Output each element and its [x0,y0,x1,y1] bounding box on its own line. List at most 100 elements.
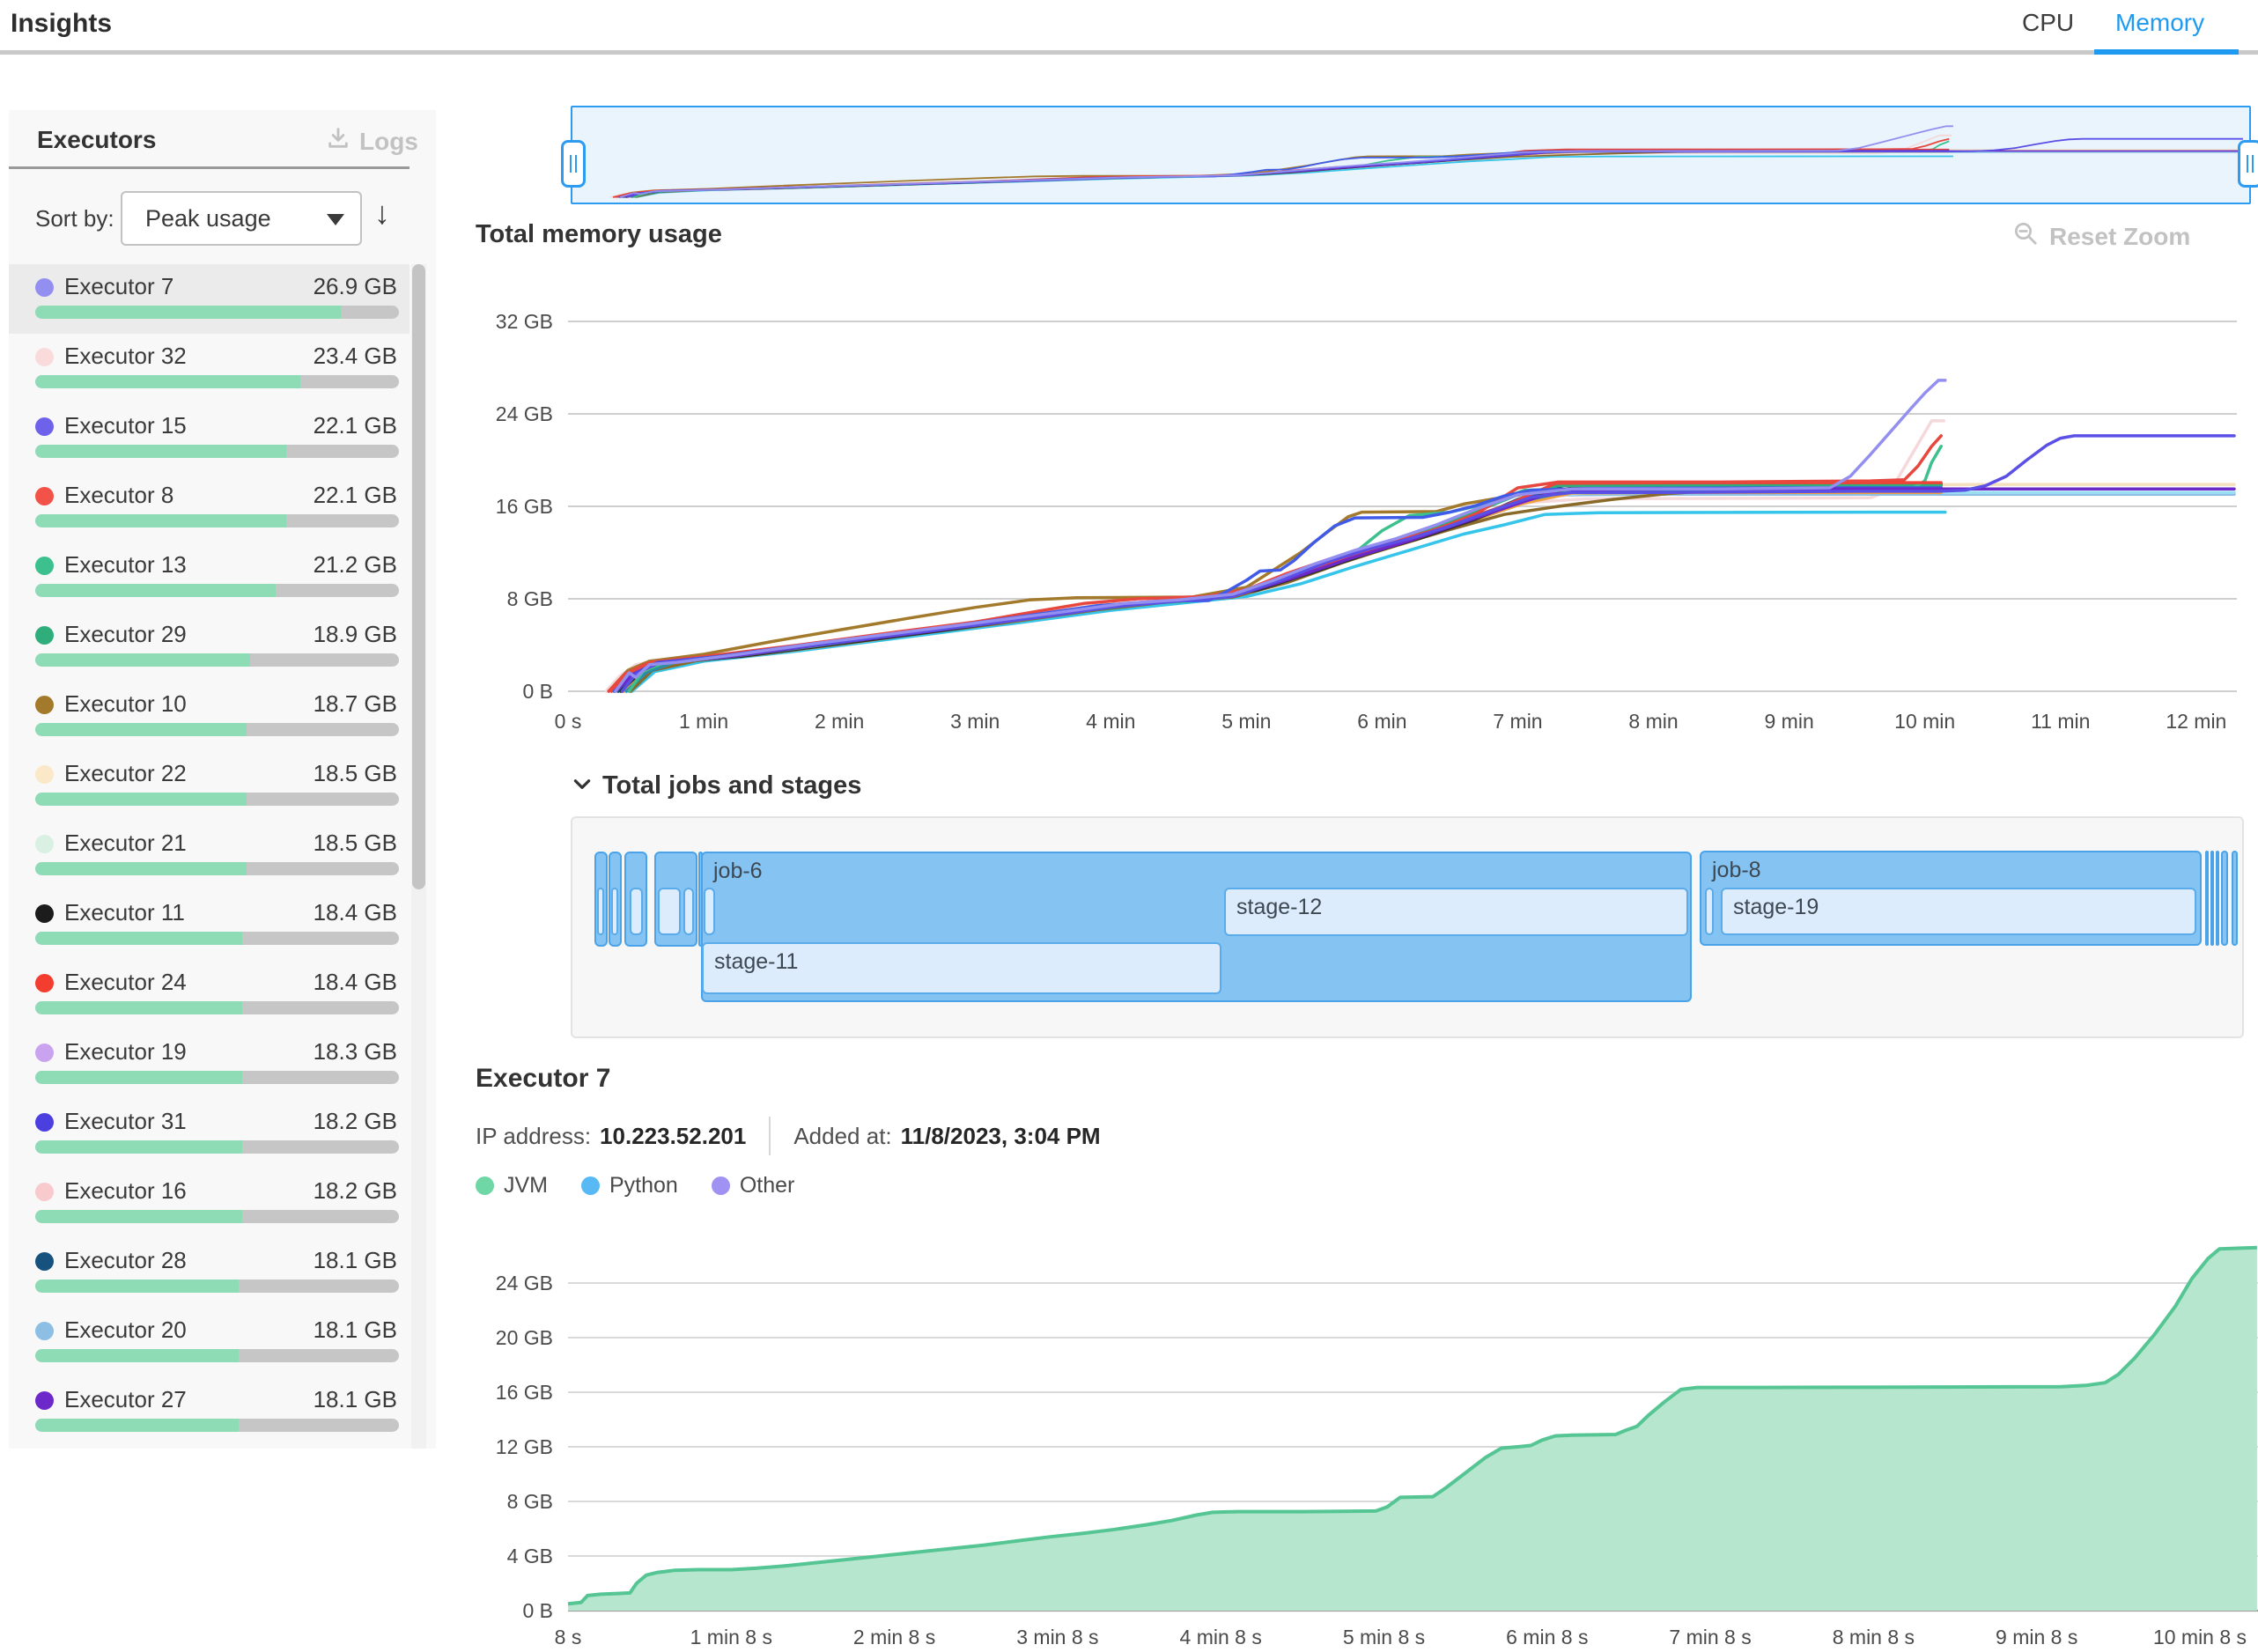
x-axis-label: 8 min [1628,710,1678,733]
gantt-stage-bar[interactable] [683,888,694,935]
gantt-job-bar[interactable] [2221,851,2228,946]
x-axis-label: 3 min [950,710,1000,733]
y-axis-label: 0 B [522,680,553,703]
x-axis-label: 7 min 8 s [1669,1626,1751,1648]
executor-row[interactable]: Executor 1918.3 GB [9,1029,410,1099]
executor-color-dot [35,765,54,784]
executor-color-dot [35,835,54,853]
total-memory-title: Total memory usage [476,220,722,249]
x-axis-label: 4 min 8 s [1180,1626,1262,1648]
legend-color-dot [581,1176,600,1195]
gantt-stage-bar[interactable] [658,888,681,935]
gantt-stage-bar[interactable] [1705,888,1714,935]
info-separator [769,1117,771,1155]
executor-name: Executor 8 [64,482,173,509]
gantt-job-bar[interactable] [2232,851,2238,946]
executor-color-dot [35,626,54,645]
sort-direction-button[interactable]: ↓ [374,195,390,232]
x-axis-label: 6 min 8 s [1506,1626,1588,1648]
legend-color-dot [476,1176,494,1195]
executor-memory-area-chart[interactable]: 24 GB20 GB16 GB12 GB8 GB4 GB0 B8 s1 min … [476,1233,2258,1652]
executor-detail-title: Executor 7 [476,1064,610,1094]
gantt-stage-bar[interactable] [704,888,715,935]
gantt-job-bar[interactable] [2210,851,2214,946]
added-at-label: Added at: [793,1123,891,1150]
executor-row[interactable]: Executor 1018.7 GB [9,682,410,751]
executor-row[interactable]: Executor 11 18.4 GB [9,890,410,960]
executor-row[interactable]: Executor 2718.1 GB [9,1377,410,1447]
memory-series-line [631,490,1941,691]
executor-name: Executor 32 [64,343,187,370]
zoom-brush[interactable] [571,106,2251,204]
gantt-stage-bar[interactable]: stage-19 [1721,888,2196,935]
executor-row[interactable]: Executor 3223.4 GB [9,334,410,403]
executor-row[interactable]: Executor 1522.1 GB [9,403,410,473]
gantt-job-bar[interactable] [2205,851,2209,946]
executor-row[interactable]: Executor 2018.1 GB [9,1308,410,1377]
gantt-stage-bar[interactable]: stage-12 [1224,888,1688,936]
executor-peak-value: 18.9 GB [314,621,397,648]
executor-usage-fill [35,1140,242,1154]
executor-color-dot [35,1183,54,1201]
executor-usage-bar [35,445,399,458]
executor-peak-value: 18.1 GB [314,1247,397,1274]
gantt-stage-bar[interactable] [611,888,618,935]
reset-zoom-button[interactable]: Reset Zoom [2012,220,2190,253]
brush-series-line [637,157,1953,198]
brush-handle-left[interactable] [561,140,586,188]
gantt-stage-bar[interactable] [630,888,643,935]
executor-row[interactable]: Executor 3118.2 GB [9,1099,410,1169]
jobs-section-toggle[interactable]: Total jobs and stages [571,771,861,800]
sort-select[interactable]: Peak usage [121,191,362,246]
x-axis-label: 12 min [2166,710,2226,733]
executor-row[interactable]: Executor 2818.1 GB [9,1238,410,1308]
executor-usage-fill [35,445,286,458]
x-axis-label: 3 min 8 s [1016,1626,1098,1648]
x-axis-label: 2 min 8 s [853,1626,935,1648]
executor-usage-fill [35,1001,242,1014]
total-memory-chart[interactable]: 32 GB24 GB16 GB8 GB0 B0 s1 min2 min3 min… [476,299,2258,744]
brush-handle-right[interactable] [2238,140,2258,188]
y-axis-label: 32 GB [496,310,553,333]
header-divider [0,50,2258,55]
brush-series-line [622,152,2243,197]
executor-row[interactable]: Executor 2118.5 GB [9,821,410,890]
executor-name: Executor 22 [64,760,187,787]
gantt-stage-bar[interactable] [597,888,604,935]
legend-label: Other [740,1173,795,1198]
executor-row[interactable]: Executor 2218.5 GB [9,751,410,821]
memory-series-line [628,492,2234,691]
executors-title: Executors [37,126,156,154]
executor-row[interactable]: Executor 822.1 GB [9,473,410,542]
executor-usage-fill [35,862,247,875]
executor-usage-fill [35,1419,239,1432]
executor-usage-fill [35,1071,242,1084]
executor-detail-info: IP address: 10.223.52.201 Added at: 11/8… [476,1117,1101,1155]
legend-item[interactable]: Python [581,1173,678,1198]
logs-button[interactable]: Logs [326,126,418,157]
executor-name: Executor 21 [64,830,187,857]
executor-usage-bar [35,793,399,806]
tab-cpu[interactable]: CPU [2022,9,2074,37]
brush-series-line [632,151,2243,197]
gantt-stage-bar[interactable]: stage-11 [702,942,1221,994]
sidebar-scrollbar-thumb[interactable] [412,264,425,889]
tab-memory[interactable]: Memory [2115,9,2204,37]
executor-color-dot [35,417,54,436]
executor-row[interactable]: Executor 726.9 GB [9,264,410,334]
gantt-bar-label: job-6 [713,859,763,884]
download-icon [326,126,351,157]
memory-series-line [631,513,1944,691]
executor-row[interactable]: Executor 2418.4 GB [9,960,410,1029]
gantt-job-bar[interactable] [2216,851,2219,946]
executor-name: Executor 11 [64,899,185,926]
legend-item[interactable]: Other [712,1173,795,1198]
executor-usage-bar [35,723,399,736]
executor-row[interactable]: Executor 1321.2 GB [9,542,410,612]
jobs-stages-gantt: job-6stage-11stage-12job-8stage-19 [571,816,2244,1038]
executor-row[interactable]: Executor 2918.9 GB [9,612,410,682]
legend-item[interactable]: JVM [476,1173,548,1198]
executor-row[interactable]: Executor 1618.2 GB [9,1169,410,1238]
executor-peak-value: 18.4 GB [314,899,397,926]
memory-type-legend: JVM Python Other [476,1173,794,1198]
